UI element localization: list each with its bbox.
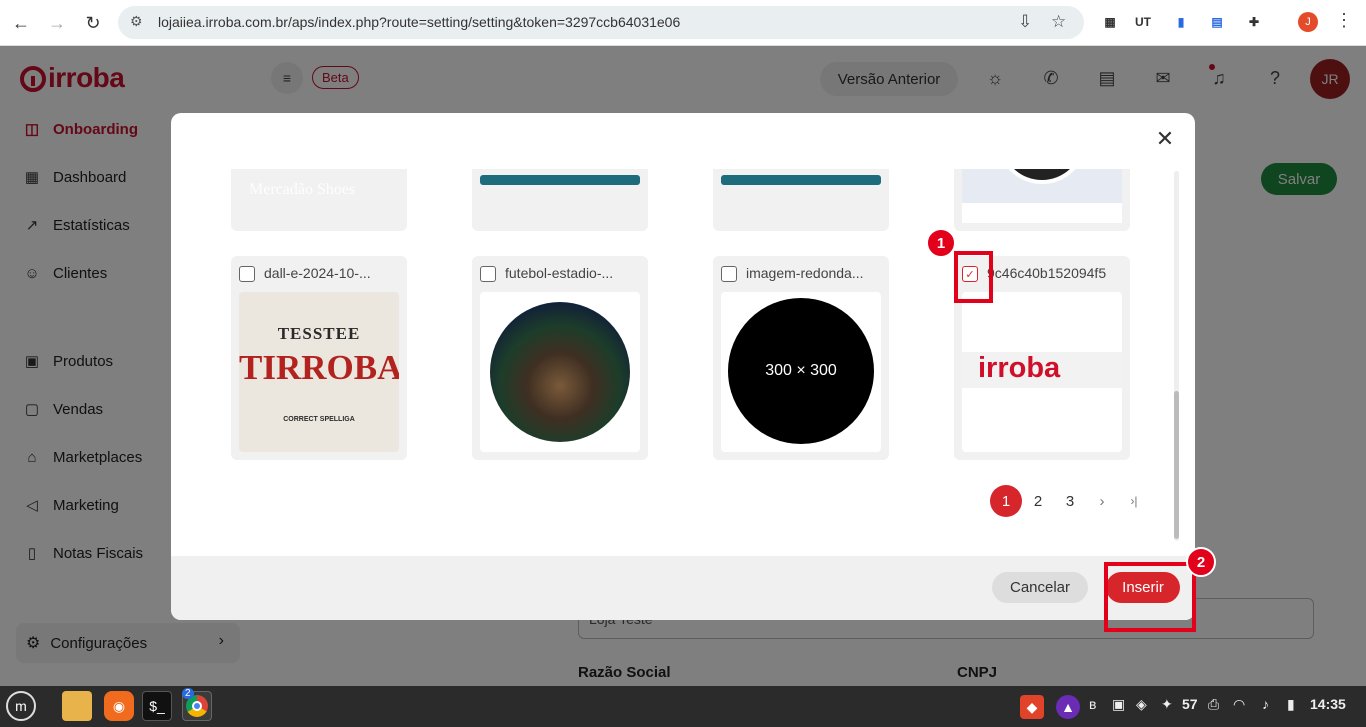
image-thumbnail [962, 169, 1122, 223]
doc-extension-icon[interactable]: ▮ [1171, 12, 1191, 32]
ut-extension-icon[interactable]: UT [1133, 12, 1153, 32]
placeholder-circle: 300 × 300 [728, 298, 874, 444]
profile-avatar[interactable]: J [1298, 12, 1318, 32]
mint-menu-icon[interactable]: m [6, 691, 36, 721]
image-card[interactable]: futebol-estadio-... [472, 256, 648, 460]
page-3-button[interactable]: 3 [1054, 485, 1086, 517]
anydesk-icon[interactable]: ◆ [1020, 695, 1044, 719]
scrollbar-thumb[interactable] [1174, 391, 1179, 539]
battery-icon[interactable]: ▮ [1287, 696, 1295, 713]
site-settings-icon[interactable]: ⚙ [130, 13, 143, 30]
annotation-marker-2: 2 [1186, 547, 1216, 577]
address-bar[interactable]: ⚙ lojaiiea.irroba.com.br/aps/index.php?r… [118, 6, 1084, 39]
url-text: lojaiiea.irroba.com.br/aps/index.php?rou… [158, 14, 681, 30]
modal-scrollbar[interactable] [1174, 171, 1179, 541]
image-thumbnail [480, 292, 640, 452]
wifi-icon[interactable]: ◠ [1233, 696, 1245, 713]
printer-icon[interactable]: ⎙ [1208, 696, 1219, 713]
music-icon[interactable]: ♪ [1262, 696, 1269, 712]
highlight-box-checkbox [954, 251, 993, 303]
tray-number: 57 [1182, 696, 1198, 712]
chrome-logo-center [192, 701, 202, 711]
correct-spelliga-text: CORRECT SPELLIGA [283, 416, 355, 423]
image-card[interactable] [713, 169, 889, 231]
cancel-button[interactable]: Cancelar [992, 572, 1088, 603]
image-thumbnail: Mercadão Shoes [239, 169, 399, 223]
qr-extension-icon[interactable]: ▦ [1100, 12, 1120, 32]
page-1-button[interactable]: 1 [990, 485, 1022, 517]
soccer-ball-image [490, 302, 630, 442]
firefox-icon[interactable]: ◉ [104, 691, 134, 721]
back-icon[interactable]: ← [6, 8, 36, 38]
image-card[interactable] [472, 169, 648, 231]
annotation-marker-1: 1 [926, 228, 956, 258]
image-thumbnail: TESSTEE TIRROBA CORRECT SPELLIGA [239, 292, 399, 452]
reload-icon[interactable]: ↻ [78, 8, 108, 38]
irroba-logo-text: irroba [978, 352, 1061, 384]
close-icon[interactable]: ✕ [1153, 126, 1177, 151]
page-2-button[interactable]: 2 [1022, 485, 1054, 517]
install-app-icon[interactable]: ⇩ [1018, 12, 1032, 32]
terminal-icon[interactable]: $_ [142, 691, 172, 721]
update-icon[interactable]: ✦ [1161, 696, 1173, 713]
browser-toolbar: ← → ↻ ⚙ lojaiiea.irroba.com.br/aps/index… [0, 0, 1366, 46]
files-icon[interactable] [62, 691, 92, 721]
image-card[interactable] [954, 169, 1130, 231]
image-card[interactable]: Mercadão Shoes [231, 169, 407, 231]
next-page-icon[interactable]: › [1086, 485, 1118, 517]
image-name: imagem-redonda... [746, 265, 864, 281]
image-card[interactable]: imagem-redonda... 300 × 300 [713, 256, 889, 460]
clock[interactable]: 14:35 [1310, 696, 1346, 712]
image-name: futebol-estadio-... [505, 265, 614, 281]
image-checkbox[interactable] [480, 266, 496, 282]
highlight-box-insert [1104, 562, 1196, 632]
bluetooth-icon[interactable]: ʙ [1089, 696, 1096, 712]
image-name: dall-e-2024-10-... [264, 265, 371, 281]
tesstee-text: TESSTEE [277, 324, 361, 343]
image-checkbox[interactable] [239, 266, 255, 282]
last-page-icon[interactable]: ›| [1118, 485, 1150, 517]
chrome-window-count-badge: 2 [182, 688, 194, 699]
forward-icon[interactable]: → [42, 8, 72, 38]
mercadao-logo-text: Mercadão Shoes [249, 181, 356, 198]
banner-thumbnail [480, 175, 640, 185]
banner-thumbnail [721, 175, 881, 185]
id-card-extension-icon[interactable]: ▤ [1207, 12, 1227, 32]
image-picker-modal: ✕ Mercadão Shoes dall-e-2024-10-... TESS… [171, 113, 1195, 620]
os-taskbar: m ◉ $_ 2 ◆ ▲ ʙ ▣ ◈ ✦ 57 ⎙ ◠ ♪ ▮ 14:35 [0, 686, 1366, 727]
browser-menu-icon[interactable]: ⋮ [1335, 10, 1353, 31]
image-name: 9c46c40b152094f5 [987, 265, 1107, 281]
bookmark-star-icon[interactable]: ☆ [1051, 12, 1066, 32]
shield-icon[interactable]: ◈ [1136, 696, 1147, 713]
clipboard-icon[interactable]: ▣ [1112, 696, 1125, 713]
image-checkbox[interactable] [721, 266, 737, 282]
extensions-puzzle-icon[interactable]: ✚ [1244, 12, 1264, 32]
image-thumbnail: 300 × 300 [721, 292, 881, 452]
image-card[interactable]: dall-e-2024-10-... TESSTEE TIRROBA CORRE… [231, 256, 407, 460]
flameshot-icon[interactable]: ▲ [1056, 695, 1080, 719]
image-thumbnail: irroba [962, 292, 1122, 452]
tirroba-text: TIRROBA [239, 348, 399, 387]
